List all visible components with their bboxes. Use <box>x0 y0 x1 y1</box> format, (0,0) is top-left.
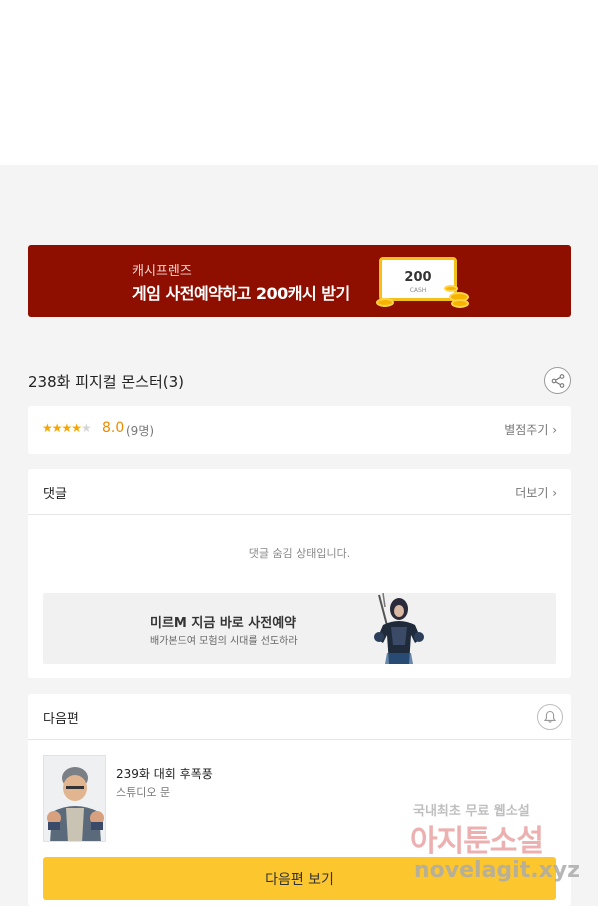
share-icon <box>551 373 564 388</box>
rating-card: ★★★★★ 8.0 (9명) 별점주기 › <box>28 406 571 454</box>
game-character-image <box>374 593 424 664</box>
coin-icon <box>376 298 394 307</box>
next-episode-section: 다음편 239화 대회 후폭풍 스튜디오 문 다음편 보기 <box>28 694 571 906</box>
bell-icon <box>543 710 557 723</box>
coin-icon <box>444 285 458 292</box>
filled-stars: ★★★★ <box>42 421 82 435</box>
next-episode-thumbnail[interactable] <box>43 755 106 842</box>
ticket-amount: 200 <box>404 270 432 285</box>
ad-banner[interactable]: 미르M 지금 바로 사전예약 배가본드여 모험의 시대를 선도하라 <box>43 593 556 664</box>
character-thumbnail-image <box>44 756 105 841</box>
rating-count: (9명) <box>126 424 155 438</box>
ad-title: 미르M 지금 바로 사전예약 <box>150 616 297 631</box>
next-episode-title[interactable]: 239화 대회 후폭풍 <box>116 765 213 782</box>
promo-banner[interactable]: 캐시프렌즈 게임 사전예약하고 200캐시 받기 200 CASH <box>28 245 571 317</box>
star-rating: ★★★★★ <box>42 421 92 435</box>
comment-more-button[interactable]: 더보기 › <box>515 484 557 501</box>
coin-icon <box>451 299 469 308</box>
notification-button[interactable] <box>537 704 563 730</box>
view-next-episode-button[interactable]: 다음편 보기 <box>43 857 556 900</box>
episode-title: 238화 피지컬 몬스터(3) <box>28 373 185 391</box>
comment-hidden-message: 댓글 숨김 상태입니다. <box>248 547 351 560</box>
next-episode-label: 다음편 <box>43 712 79 727</box>
comment-section: 댓글 더보기 › 댓글 숨김 상태입니다. 미르M 지금 바로 사전예약 배가본… <box>28 469 571 678</box>
comment-header: 댓글 더보기 › <box>28 469 571 515</box>
rate-button[interactable]: 별점주기 › <box>504 421 557 438</box>
empty-star: ★ <box>81 421 92 435</box>
comment-title: 댓글 <box>43 487 67 502</box>
next-episode-author: 스튜디오 문 <box>116 786 171 799</box>
ad-description: 배가본드여 모험의 시대를 선도하라 <box>150 636 298 647</box>
top-blank-area <box>0 0 598 165</box>
promo-subtitle: 캐시프렌즈 <box>132 264 192 279</box>
next-episode-header: 다음편 <box>28 694 571 740</box>
rating-score: 8.0 <box>102 420 125 436</box>
promo-title: 게임 사전예약하고 200캐시 받기 <box>132 284 350 303</box>
share-button[interactable] <box>544 367 571 394</box>
cash-ticket-illustration: 200 CASH <box>379 257 457 301</box>
